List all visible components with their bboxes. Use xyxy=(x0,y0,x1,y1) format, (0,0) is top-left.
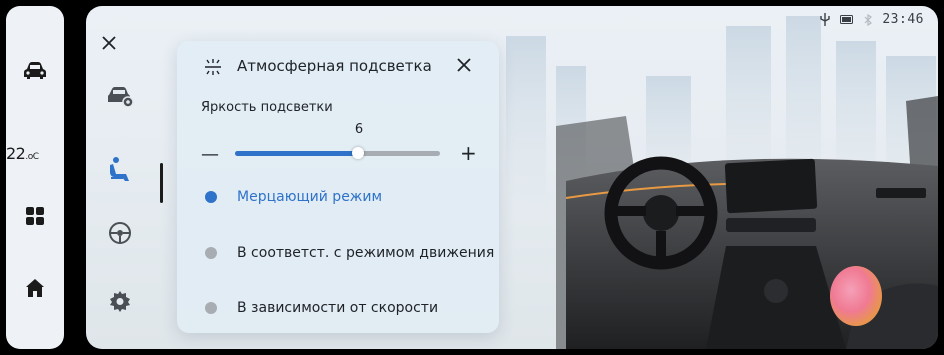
status-bar: 23:46 xyxy=(820,12,924,27)
main-area: 23:46 Атмосферная подсветка Яркость подс… xyxy=(86,6,938,349)
gear-icon xyxy=(110,291,130,312)
temperature-value: 22 xyxy=(6,144,26,163)
option-label: В соответст. с режимом движения xyxy=(237,245,495,261)
left-dock: 22.oC xyxy=(0,0,70,355)
ambient-light-icon xyxy=(205,59,221,75)
option-label: В зависимости от скорости xyxy=(237,300,439,316)
close-icon[interactable] xyxy=(454,55,474,75)
brightness-slider-thumb[interactable] xyxy=(352,147,364,159)
brightness-label: Яркость подсветки xyxy=(201,100,333,115)
radio-unselected-icon xyxy=(205,247,217,259)
brightness-value: 6 xyxy=(354,122,364,137)
car-settings-icon xyxy=(108,87,134,107)
apps-button[interactable] xyxy=(6,206,64,226)
bluetooth-icon xyxy=(864,13,873,26)
car-icon xyxy=(24,62,46,79)
home-icon xyxy=(26,279,44,297)
radio-selected-icon xyxy=(205,191,217,203)
radio-unselected-icon xyxy=(205,302,217,314)
usb-icon xyxy=(820,13,831,26)
steering-wheel-icon xyxy=(109,222,131,244)
grid-icon xyxy=(26,207,44,225)
brightness-slider[interactable] xyxy=(235,147,440,159)
side-item-comfort[interactable] xyxy=(105,154,135,184)
temperature-display[interactable]: 22.oC xyxy=(6,144,70,163)
car-button[interactable] xyxy=(6,61,64,81)
option-speed-dependent[interactable]: В зависимости от скорости xyxy=(201,296,438,320)
scroll-indicator[interactable] xyxy=(160,163,163,203)
increase-brightness-button[interactable]: + xyxy=(460,141,477,165)
temperature-unit: .oC xyxy=(25,152,39,162)
side-item-vehicle-settings[interactable] xyxy=(105,81,135,111)
home-button[interactable] xyxy=(6,278,64,298)
side-menu xyxy=(86,6,178,349)
close-icon[interactable] xyxy=(100,34,118,52)
side-item-steering[interactable] xyxy=(105,218,135,248)
option-flicker-mode[interactable]: Мерцающий режим xyxy=(201,185,382,209)
seat-icon xyxy=(110,157,129,181)
clock: 23:46 xyxy=(882,12,924,27)
dock-panel: 22.oC xyxy=(6,6,64,349)
ambient-light-dialog: Атмосферная подсветка Яркость подсветки … xyxy=(177,41,499,333)
decrease-brightness-button[interactable]: — xyxy=(201,144,219,165)
brightness-slider-fill xyxy=(235,151,358,156)
battery-icon xyxy=(840,15,854,24)
dialog-title: Атмосферная подсветка xyxy=(237,57,432,75)
option-drive-mode[interactable]: В соответст. с режимом движения xyxy=(201,241,494,265)
side-item-settings[interactable] xyxy=(105,286,135,316)
option-label: Мерцающий режим xyxy=(237,189,383,205)
